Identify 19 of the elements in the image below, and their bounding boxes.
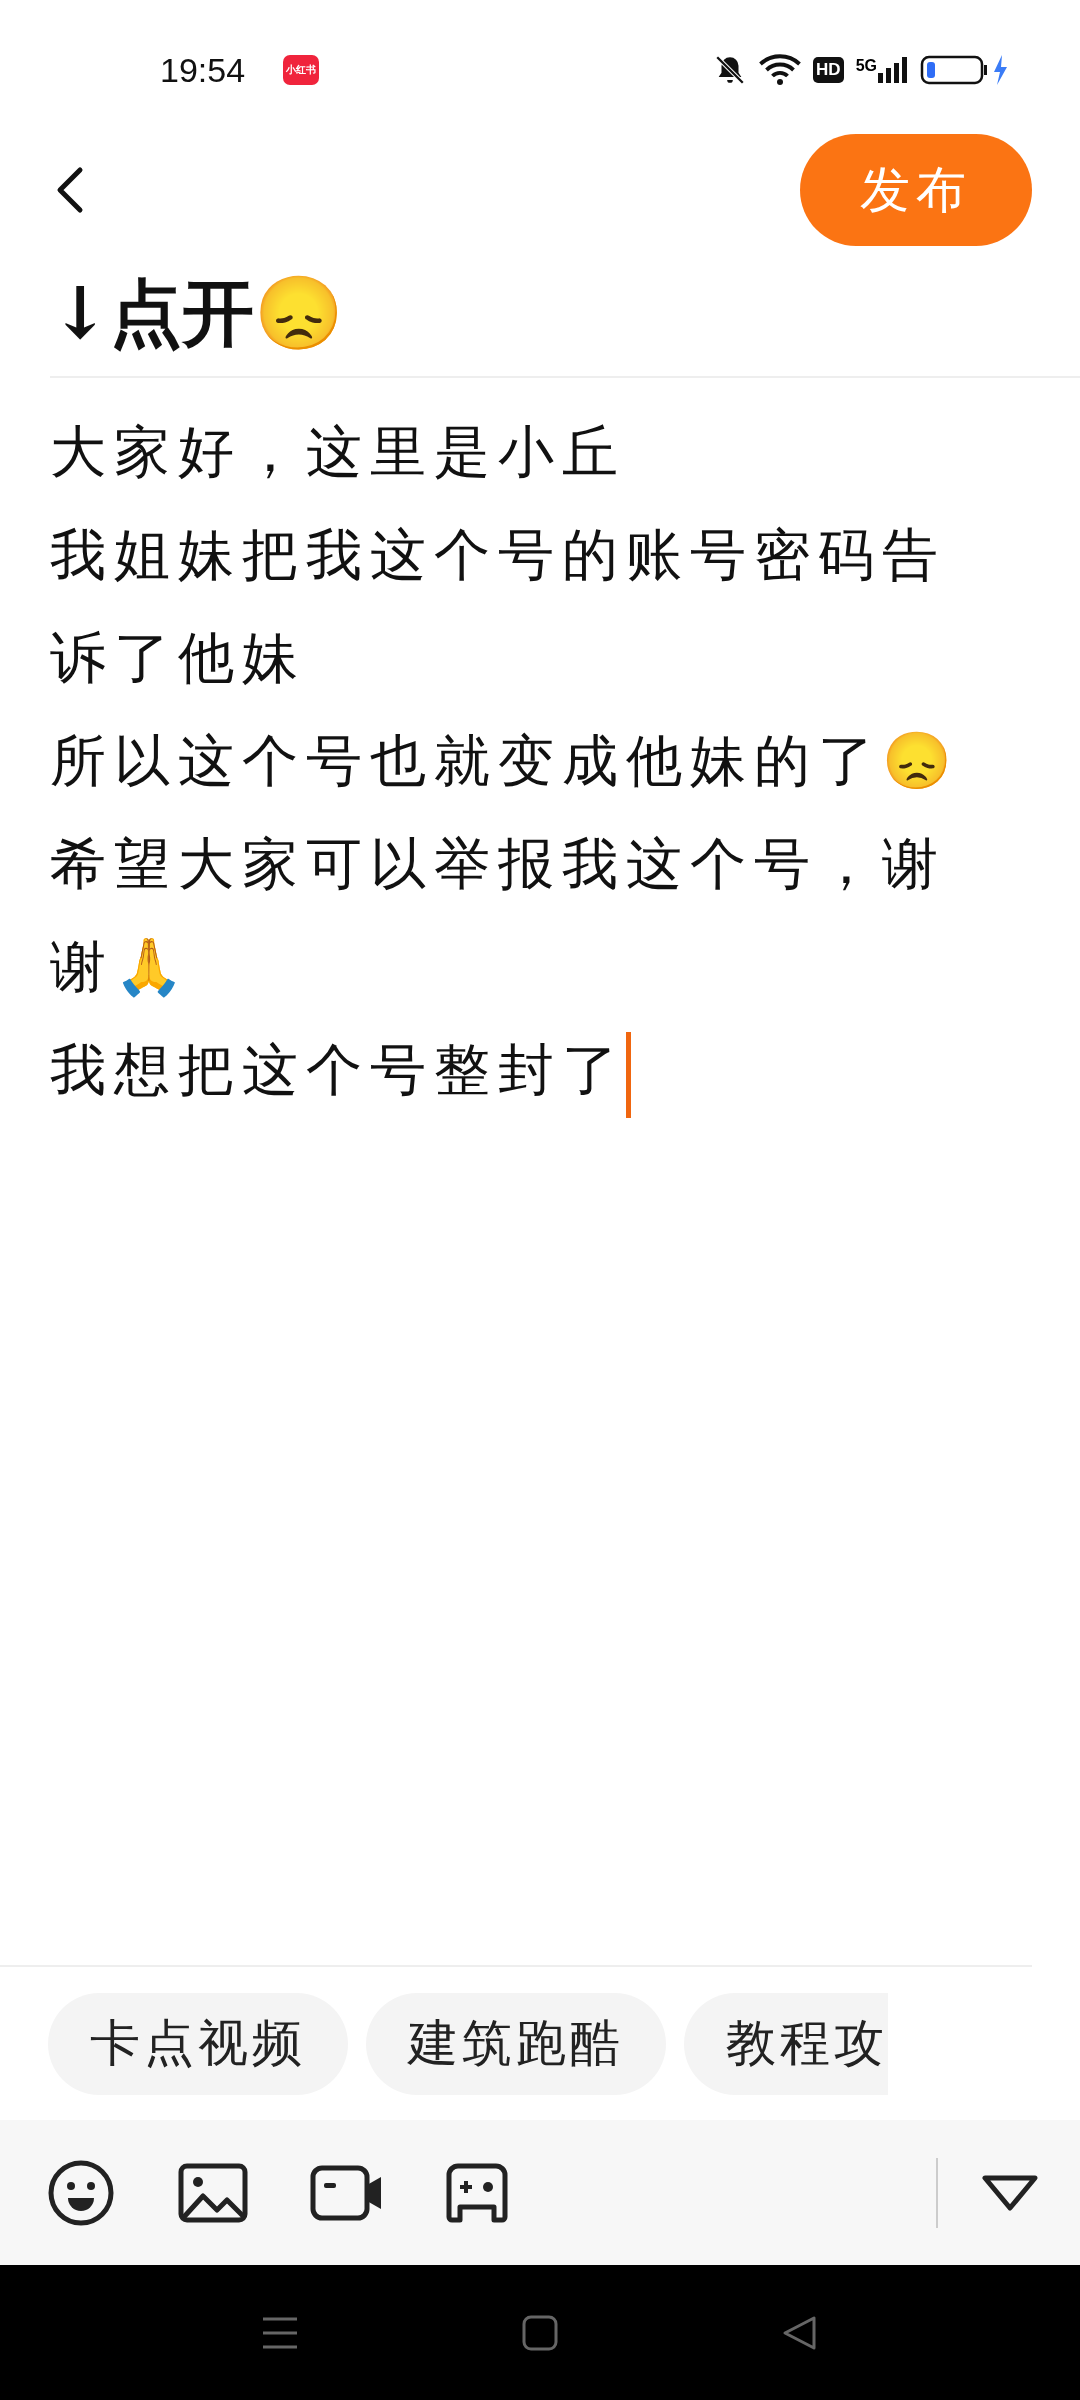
video-camera-icon[interactable] xyxy=(310,2164,384,2221)
battery-charging-icon xyxy=(920,53,1010,87)
topic-chip[interactable]: 建筑跑酷 xyxy=(366,1992,666,2095)
body-paragraph: 大家好，这里是小丘 xyxy=(50,418,627,486)
signal-icon xyxy=(878,57,908,83)
topic-chip[interactable]: 卡点视频 xyxy=(48,1992,348,2095)
body-paragraph: 所以这个号也就变成他妹的了😞 xyxy=(50,727,961,795)
body-paragraph: 我姐妹把我这个号的账号密码告诉了他妹 xyxy=(50,521,947,692)
app-notification-icon: 小红书 xyxy=(283,55,320,85)
status-time: 19:54 xyxy=(160,50,246,90)
network-label: 5G xyxy=(855,57,877,75)
post-title[interactable]: ↓点开😞 xyxy=(50,268,1080,378)
body-paragraph: 我想把这个号整封了 xyxy=(50,1018,980,1121)
hd-badge: HD xyxy=(813,57,844,83)
body-paragraph: 希望大家可以举报我这个号，谢谢🙏 xyxy=(50,830,947,1001)
topic-chip[interactable]: 教程攻 xyxy=(684,1992,888,2095)
wifi-icon xyxy=(759,53,802,87)
image-icon[interactable] xyxy=(178,2162,248,2223)
gamepad-icon[interactable] xyxy=(446,2162,508,2223)
